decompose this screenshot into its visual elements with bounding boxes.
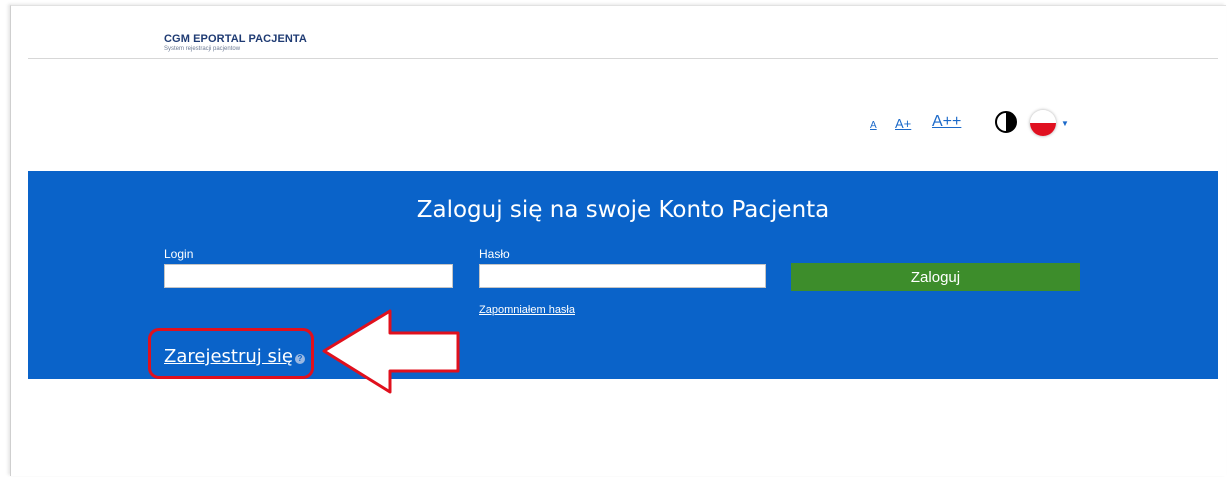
font-size-small-link[interactable]: A — [870, 120, 877, 131]
password-label: Hasło — [479, 247, 510, 261]
login-button[interactable]: Zaloguj — [791, 263, 1080, 291]
site-logo[interactable]: CGM EPORTAL PACJENTA System rejestracji … — [164, 33, 307, 52]
annotation-highlight-box — [148, 328, 314, 379]
annotation-arrow-icon — [322, 309, 460, 394]
password-input[interactable] — [479, 264, 766, 288]
font-size-large-link[interactable]: A++ — [932, 113, 961, 131]
login-label: Login — [164, 247, 194, 261]
contrast-icon[interactable] — [994, 110, 1018, 134]
header-divider — [28, 58, 1218, 59]
login-title: Zaloguj się na swoje Konto Pacjenta — [416, 197, 830, 223]
forgot-password-link[interactable]: Zapomniałem hasła — [479, 304, 575, 316]
logo-subtitle: System rejestracji pacjentow — [164, 46, 241, 52]
logo-title: CGM EPORTAL PACJENTA — [164, 33, 307, 45]
login-input[interactable] — [164, 264, 453, 288]
font-size-medium-link[interactable]: A+ — [895, 116, 911, 131]
chevron-down-icon[interactable]: ▼ — [1061, 119, 1069, 128]
poland-flag-icon[interactable] — [1030, 110, 1056, 136]
